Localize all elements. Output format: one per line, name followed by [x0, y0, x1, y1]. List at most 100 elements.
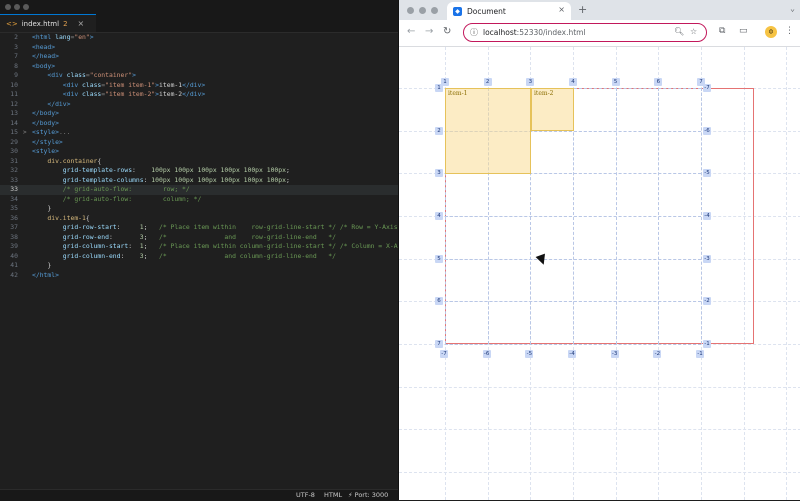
line-number: 39: [10, 242, 18, 250]
code-text: }: [32, 204, 52, 212]
code-text: grid-column-start: 1; /* Place item with…: [62, 242, 398, 250]
url-host: localhost: [483, 28, 517, 37]
code-line[interactable]: 37 grid-row-start: 1; /* Place item with…: [0, 223, 398, 233]
code-text: grid-template-columns: 100px 100px 100px…: [62, 175, 290, 184]
code-text: <div class="container">: [47, 71, 136, 79]
code-line[interactable]: 41 }: [0, 261, 398, 271]
bookmark-star-icon[interactable]: ☆: [690, 27, 697, 36]
grid-line-number-left: 7: [435, 340, 443, 349]
address-bar[interactable]: ⓘ localhost:52330/index.html 🔍︎ ☆: [463, 23, 707, 42]
grid-line-number-bottom: -6: [482, 350, 491, 359]
window-zoom-dot[interactable]: [431, 7, 438, 14]
grid-line-number-right: -7: [703, 84, 712, 92]
line-number: 33: [10, 185, 18, 193]
avatar[interactable]: ☺: [765, 26, 777, 38]
url-path: :52330/index.html: [516, 28, 586, 37]
editor-tab-index-html[interactable]: <> index.html 2 ×: [0, 14, 96, 32]
code-line[interactable]: 3 <head>: [0, 43, 398, 53]
code-line[interactable]: 9 <div class="container">: [0, 71, 398, 81]
grid-line-number-right: -3: [703, 254, 712, 263]
code-line[interactable]: 31 div.container{: [0, 157, 398, 167]
code-line[interactable]: 14 </body>: [0, 119, 398, 129]
code-text: </html>: [32, 270, 59, 279]
editor-status-bar: UTF-8 HTML ⚡ Port: 3000: [0, 489, 398, 501]
menu-kebab-icon[interactable]: ⋮: [785, 26, 794, 36]
code-line[interactable]: 8 <body>: [0, 62, 398, 72]
code-line[interactable]: 33 grid-template-columns: 100px 100px 10…: [0, 176, 398, 186]
grid-line-number-bottom: -7: [440, 350, 448, 359]
line-number: 7: [14, 52, 18, 60]
code-text: grid-row-start: 1; /* Place item within …: [62, 223, 398, 231]
code-text: </body>: [32, 118, 59, 127]
fold-chevron-icon[interactable]: >: [23, 128, 27, 138]
grid-line-number-right: -1: [703, 340, 712, 349]
grid-row-line: [445, 216, 701, 217]
editor-tab-filename: index.html: [21, 19, 60, 28]
browser-tab-title: Document: [467, 6, 506, 16]
grid-line-number-right: -5: [703, 169, 712, 178]
code-text: <body>: [32, 61, 56, 70]
line-number: 37: [10, 223, 18, 231]
line-number: 13: [10, 109, 18, 117]
status-encoding[interactable]: UTF-8: [296, 491, 315, 499]
code-text: </style>: [32, 137, 63, 146]
window-minimize-dot[interactable]: [419, 7, 426, 14]
code-editor: <> index.html 2 × 2 <html lang="en"> 3 <hea…: [0, 0, 398, 501]
line-number: 40: [10, 251, 18, 260]
window-close-dot[interactable]: [5, 4, 11, 10]
code-line[interactable]: 2 <html lang="en">: [0, 33, 398, 43]
grid-item-1: item-1: [445, 88, 531, 174]
code-line[interactable]: 42 </html>: [0, 271, 398, 281]
line-number: 32: [10, 166, 18, 174]
grid-line-number-left: 5: [435, 254, 443, 263]
grid-line-number-top: 6: [654, 78, 663, 86]
browser-tab-bar: ◆ Document × + ⌄: [399, 0, 800, 20]
code-line[interactable]: 35 }: [0, 204, 398, 214]
code-line[interactable]: 33 /* grid-auto-flow: row; */: [0, 185, 398, 195]
code-text: /* grid-auto-flow: row; */: [62, 185, 190, 193]
page-gridline: [399, 386, 800, 388]
window-minimize-dot[interactable]: [14, 4, 20, 10]
extensions-icon[interactable]: ⧉: [719, 26, 725, 36]
line-number: 10: [10, 80, 18, 89]
browser-tab-document[interactable]: ◆ Document ×: [447, 2, 571, 20]
code-line[interactable]: 32 grid-template-rows: 100px 100px 100px…: [0, 166, 398, 176]
code-line[interactable]: 36 div.item-1{: [0, 214, 398, 224]
page-gridline: [399, 472, 800, 474]
line-number: 38: [10, 232, 18, 241]
window-zoom-dot[interactable]: [23, 4, 29, 10]
site-info-icon[interactable]: ⓘ: [470, 27, 478, 38]
code-line[interactable]: 7 </head>: [0, 52, 398, 62]
line-number: 2: [14, 33, 18, 41]
status-language[interactable]: HTML: [324, 491, 342, 499]
chevron-down-icon[interactable]: ⌄: [790, 4, 795, 13]
grid-line-number-top: 5: [611, 78, 620, 86]
code-line[interactable]: 11 <div class="item item-2">item-2</div>: [0, 90, 398, 100]
back-arrow-icon[interactable]: ←: [407, 26, 415, 37]
code-line[interactable]: 40 grid-column-end: 3; /* and column-gri…: [0, 252, 398, 262]
new-tab-icon[interactable]: +: [578, 3, 587, 16]
code-text: div.item-1{: [47, 213, 90, 222]
code-line[interactable]: 30 <style>: [0, 147, 398, 157]
status-port[interactable]: ⚡ Port: 3000: [348, 491, 388, 499]
grid-line-number-left: 2: [435, 126, 443, 135]
code-line[interactable]: 15 > <style>...: [0, 128, 398, 138]
code-line[interactable]: 38 grid-row-end: 3; /* and row-grid-line…: [0, 233, 398, 243]
reload-icon[interactable]: ↻: [443, 26, 451, 37]
zoom-icon[interactable]: 🔍︎: [674, 27, 684, 36]
close-icon[interactable]: ×: [78, 19, 85, 28]
code-line[interactable]: 13 </body>: [0, 109, 398, 119]
window-close-dot[interactable]: [407, 7, 414, 14]
code-text: <html lang="en">: [32, 33, 94, 41]
cast-icon[interactable]: ▭: [739, 26, 748, 36]
code-line[interactable]: 10 <div class="item item-1">item-1</div>: [0, 81, 398, 91]
forward-arrow-icon[interactable]: →: [425, 26, 433, 37]
grid-row-line: [445, 258, 701, 260]
code-line[interactable]: 39 grid-column-start: 1; /* Place item w…: [0, 242, 398, 252]
grid-line-number-top: 2: [483, 78, 492, 86]
code-line[interactable]: 12 </div>: [0, 100, 398, 110]
code-line[interactable]: 29 </style>: [0, 138, 398, 148]
line-number: 29: [10, 137, 18, 146]
code-line[interactable]: 34 /* grid-auto-flow: column; */: [0, 195, 398, 205]
close-icon[interactable]: ×: [558, 5, 565, 14]
